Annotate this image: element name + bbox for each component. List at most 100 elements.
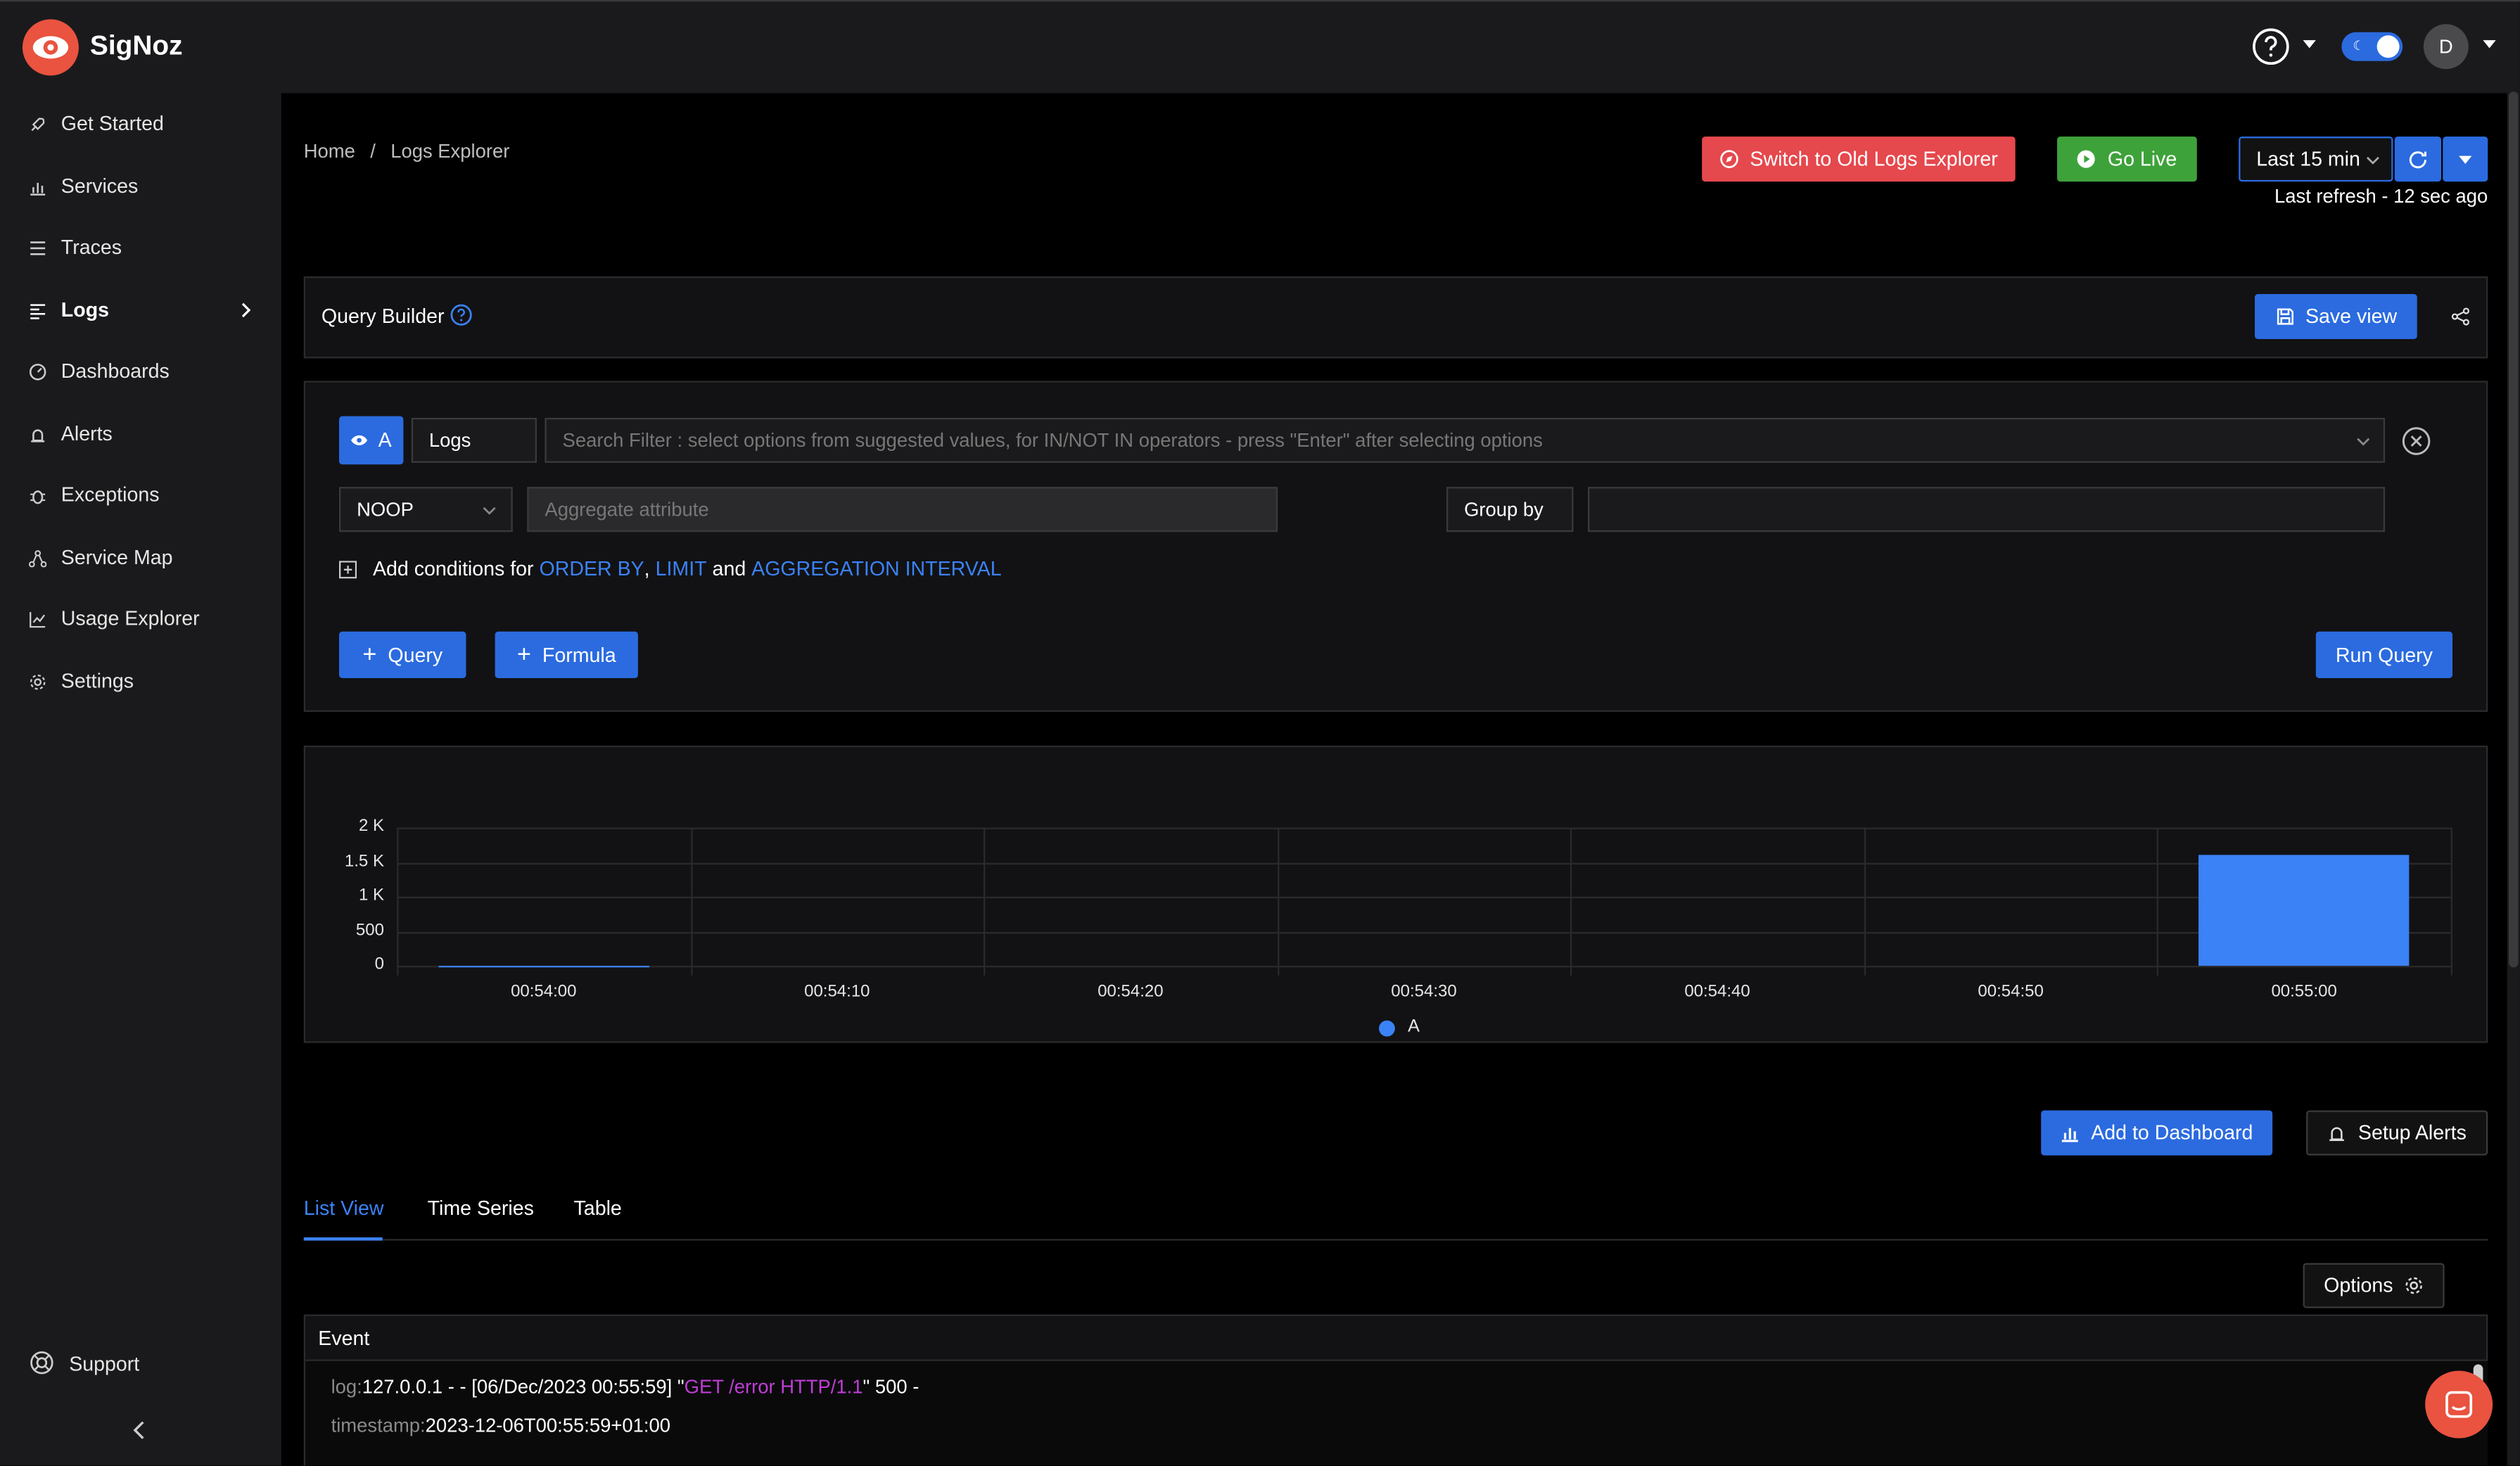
chart-x-tick: 00:54:40	[1684, 981, 1750, 1002]
sidebar-item-label: Usage Explorer	[61, 607, 200, 630]
breadcrumb-home[interactable]: Home	[304, 140, 355, 162]
sidebar-item-dashboards[interactable]: Dashboards	[0, 343, 281, 400]
sidebar-item-label: Service Map	[61, 546, 173, 569]
limit-link[interactable]: LIMIT	[656, 558, 707, 580]
query-builder-header	[303, 276, 2488, 359]
help-button[interactable]	[2251, 27, 2290, 66]
tab-table[interactable]: Table	[574, 1197, 622, 1220]
refresh-button[interactable]	[2394, 136, 2442, 182]
plus-icon: +	[362, 641, 377, 669]
avatar-caret-icon[interactable]	[2483, 40, 2496, 49]
log-prefix: 127.0.0.1 - - [06/Dec/2023 00:55:59] "	[362, 1375, 685, 1398]
go-live-label: Go Live	[2107, 148, 2177, 171]
active-tab-indicator	[303, 1237, 383, 1241]
time-range-select[interactable]: Last 15 min	[2239, 136, 2393, 182]
column-event: Event	[318, 1327, 370, 1350]
signoz-logo[interactable]	[22, 19, 79, 76]
sidebar-item-traces[interactable]: Traces	[0, 219, 281, 276]
refresh-interval-dropdown[interactable]	[2443, 136, 2488, 182]
aggregate-operator-select[interactable]: NOOP	[339, 487, 513, 533]
help-caret-icon[interactable]	[2303, 40, 2316, 49]
order-by-link[interactable]: ORDER BY	[540, 558, 644, 580]
options-button[interactable]: Options	[2303, 1263, 2445, 1308]
scrollbar-thumb[interactable]	[2508, 91, 2519, 968]
tab-list-view[interactable]: List View	[304, 1197, 384, 1220]
table-row[interactable]: log:127.0.0.1 - - [06/Dec/2023 00:55:59]…	[303, 1360, 2488, 1466]
chart-gridline-v	[397, 827, 399, 976]
run-query-button[interactable]: Run Query	[2315, 631, 2452, 679]
chat-launcher-button[interactable]	[2425, 1370, 2493, 1439]
sidebar-item-service-map[interactable]: Service Map	[0, 529, 281, 587]
sidebar-item-label: Alerts	[61, 422, 113, 445]
chart-gridline-h	[397, 965, 2451, 968]
close-circle-icon[interactable]	[2401, 426, 2431, 456]
chart-gridline-h	[397, 862, 2451, 864]
legend-label: A	[1408, 1017, 1420, 1037]
log-line: log:127.0.0.1 - - [06/Dec/2023 00:55:59]…	[331, 1375, 919, 1398]
aggregate-attribute-placeholder: Aggregate attribute	[545, 498, 709, 521]
add-formula-button[interactable]: + Formula	[495, 631, 638, 679]
sidebar-item-usage-explorer[interactable]: Usage Explorer	[0, 589, 281, 647]
question-circle-icon	[2253, 28, 2289, 65]
chart-x-tick: 00:55:00	[2271, 981, 2337, 1002]
gear-icon	[30, 674, 46, 690]
page-scrollbar[interactable]	[2507, 91, 2520, 1466]
and-text: and	[712, 557, 746, 580]
sidebar-item-services[interactable]: Services	[0, 158, 281, 215]
collapse-sidebar-icon[interactable]	[132, 1420, 148, 1439]
chart-bar	[2198, 855, 2410, 966]
search-filter-placeholder: Search Filter : select options from sugg…	[562, 428, 1543, 452]
add-query-button[interactable]: + Query	[339, 631, 466, 679]
align-left-icon	[30, 304, 46, 319]
save-view-button[interactable]: Save view	[2255, 294, 2417, 340]
sidebar-item-label: Dashboards	[61, 359, 170, 383]
chart-bar	[438, 964, 649, 967]
sidebar-item-settings[interactable]: Settings	[0, 652, 281, 710]
sidebar-item-label: Settings	[61, 670, 134, 693]
compass-icon	[1719, 150, 1738, 168]
setup-alerts-button[interactable]: Setup Alerts	[2306, 1110, 2488, 1156]
chart-gridline-h	[397, 931, 2451, 933]
sidebar-item-exceptions[interactable]: Exceptions	[0, 466, 281, 523]
avatar[interactable]: D	[2423, 24, 2469, 70]
add-to-dashboard-button[interactable]: Add to Dashboard	[2041, 1110, 2273, 1156]
group-by-input[interactable]	[1587, 487, 2386, 533]
search-filter-input[interactable]: Search Filter : select options from sugg…	[545, 417, 2386, 463]
breadcrumb: Home / Logs Explorer	[304, 140, 510, 162]
switch-old-logs-label: Switch to Old Logs Explorer	[1750, 148, 1998, 171]
go-live-button[interactable]: Go Live	[2057, 136, 2197, 182]
support-link[interactable]: Support	[0, 1334, 281, 1391]
info-question-icon[interactable]	[450, 304, 473, 326]
add-query-label: Query	[388, 643, 443, 666]
sidebar-item-get-started[interactable]: Get Started	[0, 95, 281, 153]
plus-square-icon	[339, 560, 357, 578]
tab-time-series[interactable]: Time Series	[428, 1197, 534, 1220]
caret-down-icon	[2459, 155, 2472, 163]
aggregate-operator-value: NOOP	[357, 498, 414, 521]
chart-y-tick: 500	[355, 919, 384, 940]
switch-old-logs-explorer-button[interactable]: Switch to Old Logs Explorer	[1702, 136, 2016, 182]
query-a-toggle[interactable]: A	[339, 416, 404, 465]
legend-dot-icon	[1379, 1020, 1395, 1037]
eye-icon	[351, 435, 368, 445]
add-formula-label: Formula	[542, 643, 616, 666]
sidebar-item-logs[interactable]: Logs	[0, 281, 281, 339]
sidebar-item-label: Exceptions	[61, 483, 160, 506]
play-circle-icon	[2077, 150, 2096, 168]
sync-icon	[2409, 151, 2426, 168]
share-icon[interactable]	[2451, 307, 2470, 326]
bug-icon	[30, 490, 46, 504]
theme-toggle[interactable]: ☾	[2341, 32, 2403, 61]
data-source-select[interactable]: Logs	[411, 417, 537, 463]
eye-logo-icon	[32, 36, 69, 59]
alarm-icon	[2329, 1127, 2345, 1142]
sidebar-item-alerts[interactable]: Alerts	[0, 405, 281, 463]
chart-gridline-v	[1277, 827, 1279, 976]
chart-x-tick: 00:54:20	[1097, 981, 1164, 1002]
table-header: Event	[303, 1314, 2488, 1361]
add-conditions-row[interactable]: Add conditions for ORDER BY, LIMIT and A…	[339, 558, 1002, 580]
aggregation-interval-link[interactable]: AGGREGATION INTERVAL	[751, 558, 1001, 580]
chart-gridline-h	[397, 896, 2451, 898]
aggregate-attribute-input[interactable]: Aggregate attribute	[527, 487, 1278, 533]
chart-gridline-v	[1570, 827, 1572, 976]
